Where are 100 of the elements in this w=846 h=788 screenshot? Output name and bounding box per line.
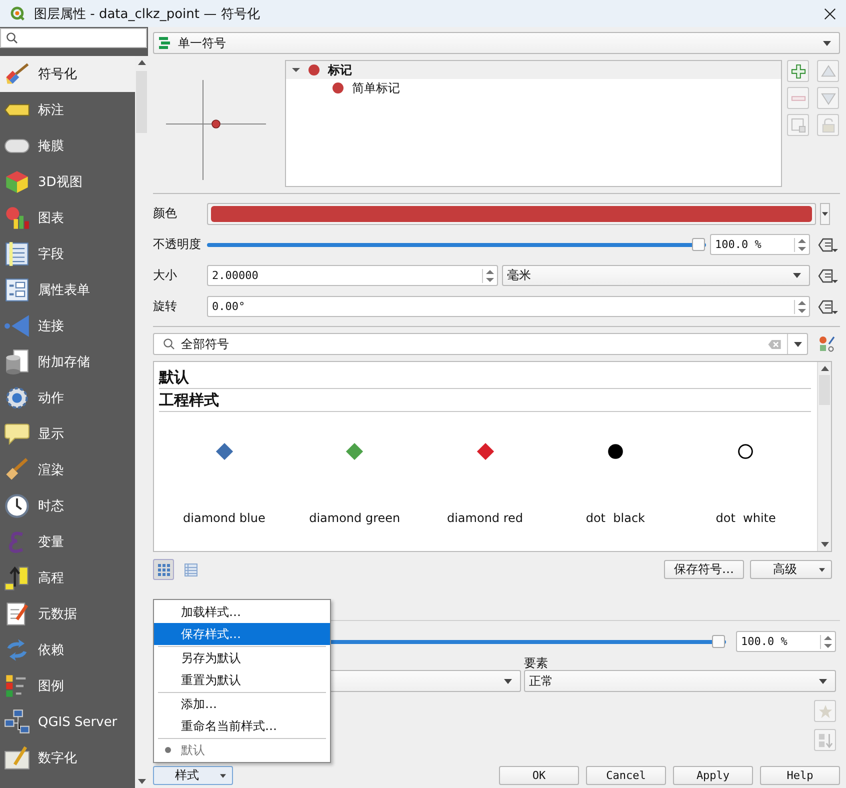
tree-item[interactable]: 标记 <box>286 61 781 79</box>
dialog-button[interactable]: Cancel <box>586 766 666 785</box>
spin-arrows-icon <box>794 238 809 252</box>
sidebar-item[interactable]: 时态 <box>0 488 135 524</box>
dialog-button[interactable]: Help <box>760 766 840 785</box>
field-label: 要素 <box>524 656 548 670</box>
marker-icon <box>308 64 320 76</box>
menu-item[interactable]: 添加… <box>154 693 330 715</box>
sidebar-item[interactable]: 元数据 <box>0 596 135 632</box>
clear-icon[interactable] <box>768 340 781 348</box>
caret-icon <box>794 342 802 346</box>
sidebar-item[interactable]: 依赖 <box>0 632 135 668</box>
window-title: 图层属性 - data_clkz_point — 符号化 <box>34 6 261 22</box>
symbol-tile[interactable]: diamond green <box>289 412 420 551</box>
symbol-tile[interactable]: diamond red <box>420 412 550 551</box>
sidebar-item[interactable]: QGIS Server <box>0 704 135 740</box>
field-label: 大小 <box>153 267 178 284</box>
caret-icon <box>220 774 226 778</box>
sidebar-item[interactable]: 符号化 <box>0 56 135 92</box>
scroll-up-icon[interactable] <box>820 366 828 371</box>
menu-item[interactable]: 保存样式… <box>154 623 330 645</box>
style-button[interactable]: 样式 <box>153 766 233 785</box>
table-icon <box>4 241 30 267</box>
data-defined-icon[interactable] <box>818 236 840 254</box>
scrollbar-thumb[interactable] <box>136 71 147 133</box>
sidebar-item[interactable]: 高程 <box>0 560 135 596</box>
scroll-down-icon[interactable] <box>138 779 146 784</box>
group-heading: 工程样式 <box>159 389 811 412</box>
sidebar-item[interactable]: 属性表单 <box>0 272 135 308</box>
icon-view-button[interactable] <box>153 559 174 580</box>
dialog-button[interactable]: Apply <box>673 766 753 785</box>
caret-icon <box>793 273 801 278</box>
opacity-slider[interactable] <box>329 634 726 648</box>
sidebar-item[interactable]: 附加存储 <box>0 344 135 380</box>
document-icon <box>4 601 30 627</box>
dialog-button[interactable]: OK <box>499 766 579 785</box>
sidebar-item[interactable]: 变量 <box>0 524 135 560</box>
scrollbar[interactable] <box>135 56 148 788</box>
close-icon[interactable] <box>824 8 836 20</box>
sidebar-item[interactable]: 图例 <box>0 668 135 704</box>
plus-icon <box>790 64 806 78</box>
blend-dropdown[interactable]: 正常 <box>524 670 836 692</box>
style-manager-icon[interactable] <box>818 335 836 353</box>
sidebar-item[interactable]: 3D视图 <box>0 164 135 200</box>
sidebar-item[interactable]: 标注 <box>0 92 135 128</box>
caret-icon <box>822 212 828 216</box>
sidebar-item[interactable]: 动作 <box>0 380 135 416</box>
color-dropdown[interactable] <box>820 202 830 224</box>
advanced-button[interactable]: 高级 <box>750 560 832 579</box>
symbol-search-field[interactable]: 全部符号 <box>153 333 808 355</box>
star-icon <box>818 704 832 718</box>
symbol-tile[interactable]: dot white <box>680 412 812 551</box>
caret-icon <box>819 568 825 572</box>
menu-item[interactable]: 另存为默认 <box>154 647 330 669</box>
field-label: 旋转 <box>153 298 178 315</box>
tree-item[interactable]: 简单标记 <box>286 79 781 97</box>
caret-icon[interactable] <box>292 66 300 74</box>
opacity-spinbox[interactable]: 100.0 % <box>736 631 836 652</box>
sidebar-item[interactable]: 掩膜 <box>0 128 135 164</box>
menu-item[interactable]: 重置为默认 <box>154 669 330 691</box>
sidebar-item[interactable]: 字段 <box>0 236 135 272</box>
sidebar-item[interactable]: 显示 <box>0 416 135 452</box>
map-icon <box>4 745 30 771</box>
add-button[interactable] <box>787 60 809 82</box>
list-icon <box>184 562 198 576</box>
data-defined-icon[interactable] <box>818 298 840 316</box>
save-symbol-button[interactable]: 保存符号… <box>664 560 744 579</box>
scroll-up-icon[interactable] <box>138 60 146 65</box>
renderer-dropdown[interactable]: 单一符号 <box>153 32 840 54</box>
rotation-spinbox[interactable]: 0.00° <box>207 296 810 317</box>
triangle-icon <box>4 313 30 339</box>
slider-handle[interactable] <box>692 238 705 250</box>
renderer-icon <box>158 36 172 50</box>
symbol-tile[interactable]: dot black <box>550 412 681 551</box>
unit-dropdown[interactable]: 毫米 <box>502 265 810 286</box>
symbol-tile[interactable]: diamond blue <box>159 412 290 551</box>
marker-icon <box>332 82 344 94</box>
spin-arrows-icon <box>794 300 809 314</box>
opacity-spinbox[interactable]: 100.0 % <box>710 234 810 255</box>
triangle-down-icon <box>820 90 836 106</box>
network-icon <box>4 709 30 735</box>
search-field[interactable] <box>0 28 147 48</box>
data-defined-icon[interactable] <box>818 266 840 284</box>
scrollbar-thumb[interactable] <box>819 375 830 405</box>
field-label: 不透明度 <box>153 236 202 253</box>
sidebar-item[interactable]: 图表 <box>0 200 135 236</box>
caret-icon <box>823 40 831 46</box>
menu-item[interactable]: 加载样式… <box>154 601 330 623</box>
menu-item[interactable]: 默认 <box>154 739 330 761</box>
size-spinbox[interactable]: 2.00000 <box>207 265 498 286</box>
opacity-slider[interactable] <box>207 238 706 252</box>
color-button[interactable] <box>207 202 816 224</box>
sidebar-item[interactable]: 数字化 <box>0 740 135 776</box>
scrollbar[interactable] <box>817 362 831 551</box>
scroll-down-icon[interactable] <box>820 542 828 547</box>
sidebar-item[interactable]: 连接 <box>0 308 135 344</box>
sidebar-item[interactable]: 渲染 <box>0 452 135 488</box>
menu-item[interactable]: 重命名当前样式… <box>154 715 330 737</box>
slider-handle[interactable] <box>712 634 725 648</box>
form-icon <box>4 277 30 303</box>
